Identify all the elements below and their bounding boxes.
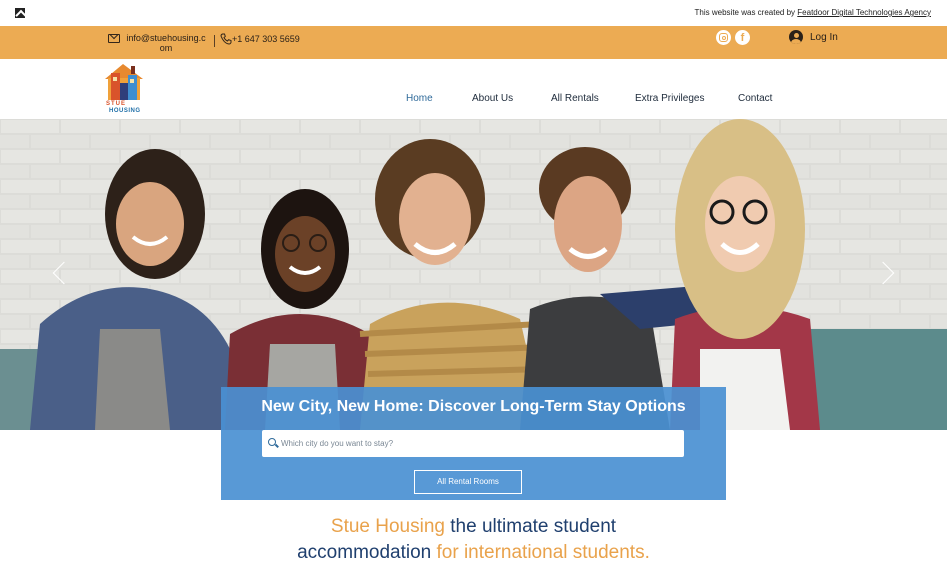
tagline-text-orange: for international students. [431, 542, 650, 563]
email-link[interactable]: info@stuehousing.com [124, 33, 208, 53]
nav-contact[interactable]: Contact [738, 93, 772, 104]
mail-icon [108, 34, 120, 43]
credit-text: This website was created by Featdoor Dig… [694, 8, 931, 17]
city-search-input[interactable] [281, 434, 676, 453]
phone-icon [220, 33, 232, 45]
hero-slideshow [0, 119, 947, 430]
tagline-text: accommodation [297, 542, 432, 563]
site-logo[interactable]: STUE HOUSING [101, 61, 147, 117]
nav-extra-privileges[interactable]: Extra Privileges [635, 93, 704, 104]
tagline-text: the ultimate student [444, 516, 617, 537]
login-button[interactable]: Log In [810, 32, 838, 43]
search-panel: New City, New Home: Discover Long-Term S… [221, 387, 726, 500]
nav-home[interactable]: Home [406, 93, 433, 104]
wix-badge-icon[interactable] [15, 8, 25, 18]
credit-link[interactable]: Featdoor Digital Technologies Agency [797, 8, 931, 17]
facebook-icon[interactable]: f [735, 30, 750, 45]
logo-text-housing: HOUSING [109, 108, 141, 114]
nav-about-us[interactable]: About Us [472, 93, 513, 104]
logo-text-stue: STUE [106, 101, 127, 107]
all-rental-rooms-button[interactable]: All Rental Rooms [414, 470, 522, 494]
divider [214, 35, 215, 47]
site-credit-bar: This website was created by Featdoor Dig… [0, 0, 947, 26]
house-logo-icon [105, 64, 143, 100]
site-header: STUE HOUSING Home About Us All Rentals E… [0, 59, 947, 119]
user-avatar-icon[interactable] [789, 30, 803, 44]
hero-title: New City, New Home: Discover Long-Term S… [261, 398, 686, 415]
hero-students-image [0, 119, 947, 430]
contact-bar: info@stuehousing.com +1 647 303 5659 f L… [0, 26, 947, 59]
nav-all-rentals[interactable]: All Rentals [551, 93, 599, 104]
phone-link[interactable]: +1 647 303 5659 [232, 34, 300, 44]
city-search-box[interactable] [262, 430, 684, 457]
tagline-brand: Stue Housing [330, 516, 445, 537]
tagline-line-1: Stue Housing the ultimate student [0, 516, 947, 538]
instagram-icon[interactable] [716, 30, 731, 45]
page: This website was created by Featdoor Dig… [0, 0, 947, 579]
search-icon [268, 438, 276, 446]
tagline-line-2: accommodation for international students… [0, 542, 947, 564]
